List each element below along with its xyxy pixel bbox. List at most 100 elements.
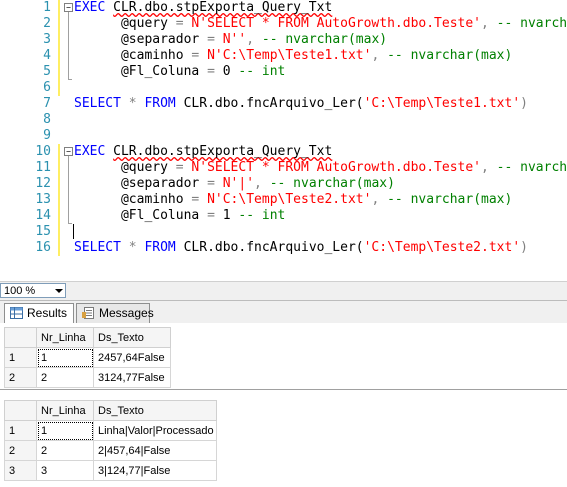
zoom-value: 100 % [4, 285, 36, 297]
code-line: EXEC CLR.dbo.stpExporta_Query_Txt [74, 144, 332, 160]
keyword: FROM [144, 96, 176, 111]
text-caret [73, 224, 74, 239]
keyword: EXEC [74, 144, 106, 159]
row-header[interactable]: 2 [4, 440, 37, 461]
keyword: SELECT [74, 240, 121, 255]
results-grid-1-area: Nr_Linha Ds_Texto 1 1 2457,64False 2 2 3… [0, 323, 567, 389]
comment: -- nvarchar(max) [261, 32, 388, 47]
grid-cell[interactable]: 3 [36, 460, 94, 481]
collapse-toggle-icon[interactable]: − [64, 147, 73, 156]
comment: -- nvarchar(max) [496, 160, 567, 175]
comment: -- nvarchar(max) [496, 16, 567, 31]
line-number: 14 [35, 208, 51, 223]
results-grid-2-area: Nr_Linha Ds_Texto 1 1 Linha|Valor|Proces… [0, 400, 567, 487]
column-header[interactable]: Nr_Linha [36, 400, 94, 421]
tab-results[interactable]: Results [4, 303, 74, 324]
chevron-down-icon[interactable] [55, 289, 63, 293]
param-name: @caminho [120, 192, 184, 207]
editor-status-bar: 100 % [0, 281, 567, 301]
results-grid-1: Nr_Linha Ds_Texto 1 1 2457,64False 2 2 3… [4, 327, 171, 388]
row-header[interactable]: 1 [4, 347, 37, 368]
grid-corner[interactable] [4, 327, 37, 348]
code-line: @query = N'SELECT * FROM AutoGrowth.dbo.… [74, 160, 567, 176]
keyword: SELECT [74, 96, 121, 111]
operator: ) [520, 96, 528, 111]
column-header[interactable]: Ds_Texto [93, 327, 171, 348]
line-number: 6 [43, 80, 51, 95]
comment: -- nvarchar(max) [387, 192, 513, 207]
tab-messages[interactable]: Messages [76, 303, 154, 323]
number-literal: 0 [222, 64, 231, 79]
keyword: FROM [144, 240, 176, 255]
grid-cell[interactable]: 2 [36, 367, 94, 388]
param-name: @Fl_Coluna [120, 208, 200, 223]
column-header[interactable]: Nr_Linha [36, 327, 94, 348]
grid-cell[interactable]: 3|124,77|False [93, 460, 217, 481]
code-line: @Fl_Coluna = 0 -- int [120, 64, 286, 79]
code-line: @Fl_Coluna = 1 -- int [120, 208, 286, 223]
string-literal: N'|' [222, 176, 255, 191]
column-header[interactable]: Ds_Texto [93, 400, 217, 421]
line-number: 5 [43, 64, 51, 79]
procedure-name: CLR.dbo.stpExporta_Query_Txt [113, 144, 333, 159]
code-line: @caminho = N'C:\Temp\Teste1.txt', -- nva… [120, 48, 513, 63]
line-number-gutter: 1 2 3 4 5 6 7 8 9 10 11 12 13 14 15 16 [0, 0, 58, 281]
sql-editor[interactable]: 1 2 3 4 5 6 7 8 9 10 11 12 13 14 15 16 −… [0, 0, 567, 281]
line-number: 7 [43, 96, 51, 111]
code-line: SELECT * FROM CLR.dbo.fncArquivo_Ler('C:… [74, 240, 528, 256]
code-line: SELECT * FROM CLR.dbo.fncArquivo_Ler('C:… [74, 96, 528, 112]
line-number: 16 [35, 240, 51, 255]
param-name: @caminho [120, 48, 184, 63]
line-number: 15 [35, 224, 51, 239]
messages-icon [82, 307, 94, 319]
zoom-dropdown[interactable]: 100 % [0, 283, 66, 298]
outline-line [68, 156, 69, 224]
line-number: 13 [35, 192, 51, 207]
outline-margin: − − [64, 0, 73, 281]
grid-cell[interactable]: 1 [36, 420, 94, 441]
line-number: 4 [43, 48, 51, 63]
param-name: @separador [120, 176, 200, 191]
code-line: @separador = N'', -- nvarchar(max) [120, 32, 388, 47]
param-name: @Fl_Coluna [120, 64, 200, 79]
line-number: 1 [43, 0, 51, 15]
number-literal: 1 [222, 208, 231, 223]
results-tab-strip: Results Messages [0, 301, 567, 324]
line-number: 2 [43, 16, 51, 31]
operator: ) [520, 240, 528, 255]
line-number: 10 [35, 144, 51, 159]
tab-label: Results [27, 306, 68, 320]
row-header[interactable]: 2 [4, 367, 37, 388]
function-name: CLR.dbo.fncArquivo_Ler( [183, 96, 364, 111]
param-name: @separador [120, 32, 200, 47]
comment: -- int [238, 208, 286, 223]
outline-end [68, 79, 72, 80]
function-name: CLR.dbo.fncArquivo_Ler( [183, 240, 364, 255]
code-line: @caminho = N'C:\Temp\Teste2.txt', -- nva… [120, 192, 513, 207]
grid-cell[interactable]: 2 [36, 440, 94, 461]
grid-icon [10, 307, 23, 319]
change-indicator [58, 0, 60, 96]
grid-cell[interactable]: Linha|Valor|Processado [93, 420, 217, 441]
keyword: EXEC [74, 0, 106, 15]
param-name: @query [120, 16, 168, 31]
line-number: 3 [43, 32, 51, 47]
code-line: @separador = N'|', -- nvarchar(max) [120, 176, 395, 191]
operator: * [128, 240, 137, 255]
collapse-toggle-icon[interactable]: − [64, 3, 73, 12]
grid-corner[interactable] [4, 400, 37, 421]
results-grid-2: Nr_Linha Ds_Texto 1 1 Linha|Valor|Proces… [4, 400, 217, 481]
grid-cell[interactable]: 3124,77False [93, 367, 171, 388]
row-header[interactable]: 3 [4, 460, 37, 481]
line-number: 12 [35, 176, 51, 191]
results-pane: Nr_Linha Ds_Texto 1 1 2457,64False 2 2 3… [0, 323, 567, 487]
grid-cell[interactable]: 2457,64False [93, 347, 171, 368]
grid-cell[interactable]: 1 [36, 347, 94, 368]
line-number: 11 [35, 160, 51, 175]
string-literal: 'C:\Temp\Teste1.txt' [363, 96, 521, 111]
operator: * [128, 96, 137, 111]
row-header[interactable]: 1 [4, 420, 37, 441]
grid-cell[interactable]: 2|457,64|False [93, 440, 217, 461]
param-name: @query [120, 160, 168, 175]
code-line: @query = N'SELECT * FROM AutoGrowth.dbo.… [74, 16, 567, 32]
